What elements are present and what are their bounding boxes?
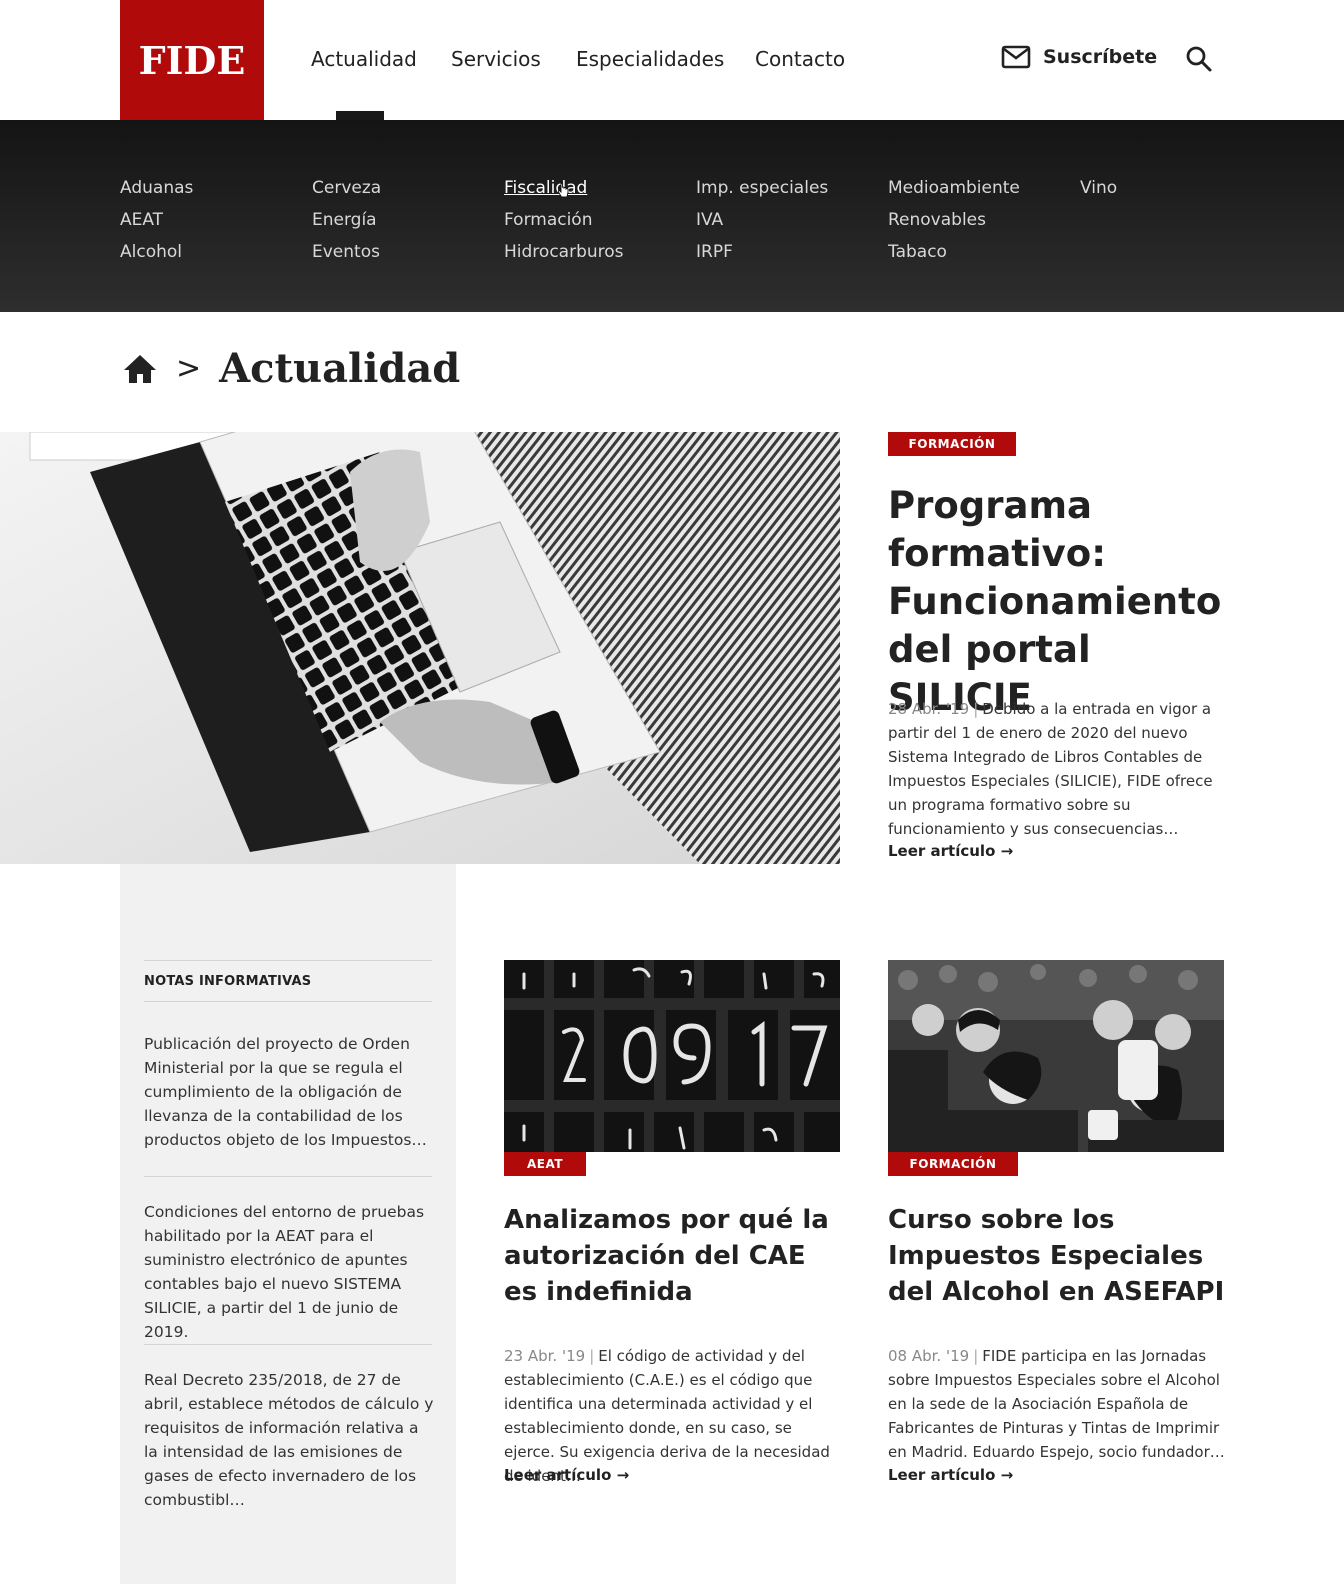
notas-informativas-sidebar: NOTAS INFORMATIVAS Publicación del proye… <box>120 864 456 1584</box>
sidebar-heading: NOTAS INFORMATIVAS <box>144 960 432 1002</box>
mega-item-renovables[interactable]: Renovables <box>888 204 1020 236</box>
mega-column: Imp. especiales IVA IRPF <box>696 172 828 268</box>
mail-icon <box>1001 45 1031 69</box>
nav-especialidades[interactable]: Especialidades <box>576 47 724 71</box>
nota-item[interactable]: Real Decreto 235/2018, de 27 de abril, e… <box>144 1368 434 1512</box>
nota-item[interactable]: Publicación del proyecto de Orden Minist… <box>144 1032 434 1152</box>
mega-item-formacion[interactable]: Formación <box>504 204 624 236</box>
card-title[interactable]: Curso sobre los Impuestos Especiales del… <box>888 1202 1228 1310</box>
card-category-tag[interactable]: FORMACIÓN <box>888 1152 1018 1176</box>
nota-item[interactable]: Condiciones del entorno de pruebas habil… <box>144 1200 434 1344</box>
mega-item-medioambiente[interactable]: Medioambiente <box>888 172 1020 204</box>
arrow-right-icon: → <box>1000 842 1014 860</box>
subscribe-button[interactable]: Suscríbete <box>1001 45 1157 69</box>
divider <box>144 1344 432 1345</box>
mega-item-hidrocarburos[interactable]: Hidrocarburos <box>504 236 624 268</box>
read-more-label: Leer artículo <box>888 842 996 860</box>
breadcrumb: > Actualidad <box>122 345 460 392</box>
search-icon[interactable] <box>1185 45 1213 73</box>
mega-column: Vino <box>1080 172 1117 204</box>
fide-logo[interactable]: FIDE <box>120 0 264 120</box>
card-date: 08 Abr. '19 <box>888 1347 970 1365</box>
mega-item-alcohol[interactable]: Alcohol <box>120 236 193 268</box>
mega-item-aduanas[interactable]: Aduanas <box>120 172 193 204</box>
page-title: Actualidad <box>219 345 461 392</box>
subscribe-label: Suscríbete <box>1043 46 1158 68</box>
card-image-audience[interactable] <box>888 960 1224 1152</box>
active-nav-indicator <box>336 111 384 120</box>
hero-title[interactable]: Programa formativo: Funcionamiento del p… <box>888 482 1233 722</box>
nav-actualidad[interactable]: Actualidad <box>311 47 417 71</box>
mega-column: Cerveza Energía Eventos <box>312 172 381 268</box>
card-read-more-link[interactable]: Leer artículo → <box>888 1466 1013 1484</box>
card-excerpt: 08 Abr. '19 | FIDE participa en las Jornad… <box>888 1347 1225 1461</box>
flip-clock-photo <box>504 960 840 1152</box>
nav-contacto[interactable]: Contacto <box>755 47 845 71</box>
audience-photo <box>888 960 1224 1152</box>
laptop-photo <box>0 432 840 864</box>
mega-item-imp-especiales[interactable]: Imp. especiales <box>696 172 828 204</box>
mega-item-tabaco[interactable]: Tabaco <box>888 236 1020 268</box>
card-title[interactable]: Analizamos por qué la autorización del C… <box>504 1202 844 1310</box>
mega-column: Aduanas AEAT Alcohol <box>120 172 193 268</box>
arrow-right-icon: → <box>1000 1466 1014 1484</box>
read-more-label: Leer artículo <box>888 1466 996 1484</box>
home-icon[interactable] <box>122 352 158 386</box>
mega-item-iva[interactable]: IVA <box>696 204 828 236</box>
mega-item-vino[interactable]: Vino <box>1080 172 1117 204</box>
divider <box>144 1176 432 1177</box>
mega-item-irpf[interactable]: IRPF <box>696 236 828 268</box>
hand-cursor-icon <box>557 183 569 198</box>
mega-column: Medioambiente Renovables Tabaco <box>888 172 1020 268</box>
mega-item-eventos[interactable]: Eventos <box>312 236 381 268</box>
card-category-tag[interactable]: AEAT <box>504 1152 586 1176</box>
hero-excerpt-text: Debido a la entrada en vigor a partir de… <box>888 700 1213 838</box>
mega-item-aeat[interactable]: AEAT <box>120 204 193 236</box>
site-header: FIDE Actualidad Servicios Especialidades… <box>0 0 1344 120</box>
hero-read-more-link[interactable]: Leer artículo → <box>888 842 1013 860</box>
card-excerpt-text: El código de actividad y del establecimi… <box>504 1347 830 1485</box>
hero-excerpt: 28 Abr. '19 | Debido a la entrada en vigor… <box>888 700 1213 838</box>
arrow-right-icon: → <box>616 1466 630 1484</box>
card-read-more-link[interactable]: Leer artículo → <box>504 1466 629 1484</box>
breadcrumb-separator: > <box>176 351 202 386</box>
mega-item-energia[interactable]: Energía <box>312 204 381 236</box>
hero-category-tag[interactable]: FORMACIÓN <box>888 432 1016 456</box>
hero-date: 28 Abr. '19 <box>888 700 970 718</box>
especialidades-mega-menu: Aduanas AEAT Alcohol Cerveza Energía Eve… <box>0 120 1344 312</box>
mega-item-cerveza[interactable]: Cerveza <box>312 172 381 204</box>
card-image-clock[interactable] <box>504 960 840 1152</box>
logo-text: FIDE <box>138 37 246 83</box>
read-more-label: Leer artículo <box>504 1466 612 1484</box>
card-date: 23 Abr. '19 <box>504 1347 586 1365</box>
hero-image-laptop[interactable] <box>0 432 840 864</box>
nav-servicios[interactable]: Servicios <box>451 47 541 71</box>
